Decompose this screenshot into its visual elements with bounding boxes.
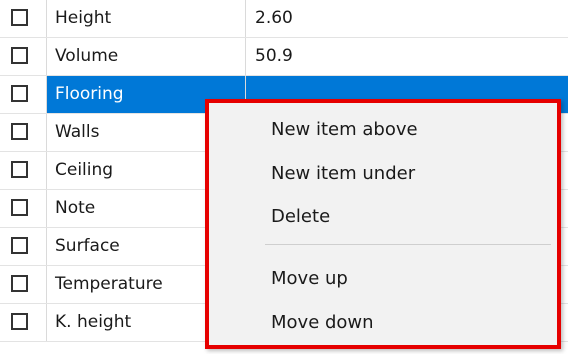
menu-item-move-down[interactable]: Move down [209,305,557,341]
row-checkbox[interactable] [11,275,28,292]
row-checkbox[interactable] [11,9,28,26]
row-value[interactable]: 2.60 [246,0,568,37]
menu-item-new-item-under[interactable]: New item under [209,156,557,192]
grid-row-height[interactable]: Height 2.60 [0,0,568,38]
checkbox-cell [0,0,47,37]
row-label: Volume [47,38,246,75]
menu-item-move-up[interactable]: Move up [209,261,557,297]
row-checkbox[interactable] [11,47,28,64]
menu-item-delete[interactable]: Delete [209,199,557,235]
row-value[interactable]: 50.9 [246,38,568,75]
row-checkbox[interactable] [11,161,28,178]
row-checkbox[interactable] [11,313,28,330]
checkbox-cell [0,76,47,113]
menu-item-new-item-above[interactable]: New item above [209,112,557,148]
grid-row-volume[interactable]: Volume 50.9 [0,38,568,76]
checkbox-cell [0,190,47,227]
row-checkbox[interactable] [11,237,28,254]
checkbox-cell [0,304,47,341]
row-checkbox[interactable] [11,123,28,140]
menu-separator [265,244,551,245]
row-checkbox[interactable] [11,199,28,216]
checkbox-cell [0,38,47,75]
checkbox-cell [0,266,47,303]
checkbox-cell [0,114,47,151]
row-label: Height [47,0,246,37]
checkbox-cell [0,152,47,189]
context-menu: New item above New item under Delete Mov… [205,99,561,349]
checkbox-cell [0,228,47,265]
row-checkbox[interactable] [11,85,28,102]
